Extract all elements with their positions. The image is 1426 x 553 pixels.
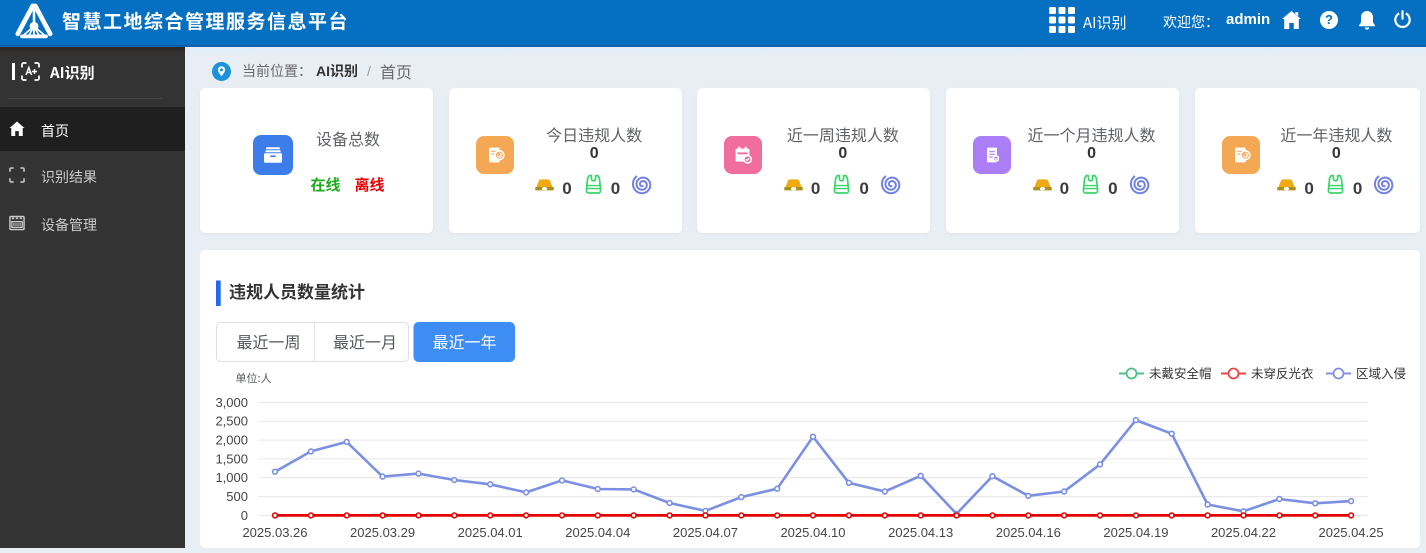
svg-text:未戴安全帽: 未戴安全帽 <box>1149 363 1212 382</box>
svg-text:1,000: 1,000 <box>215 470 248 485</box>
svg-text:0: 0 <box>241 508 248 523</box>
svg-text:2025.04.10: 2025.04.10 <box>780 525 845 540</box>
svg-text:未穿反光衣: 未穿反光衣 <box>1251 363 1314 382</box>
svg-text:2025.04.07: 2025.04.07 <box>673 525 738 540</box>
svg-text:2025.04.01: 2025.04.01 <box>458 525 523 540</box>
svg-text:500: 500 <box>226 489 248 504</box>
svg-text:2,000: 2,000 <box>215 433 248 448</box>
svg-text:2025.04.13: 2025.04.13 <box>888 525 953 540</box>
svg-text:2,500: 2,500 <box>215 414 248 429</box>
svg-text:2025.03.26: 2025.03.26 <box>242 525 307 540</box>
svg-text:2025.03.29: 2025.03.29 <box>350 525 415 540</box>
svg-text:2025.04.19: 2025.04.19 <box>1103 525 1168 540</box>
svg-text:2025.04.16: 2025.04.16 <box>996 525 1061 540</box>
svg-text:最近一周: 最近一周 <box>236 329 300 353</box>
svg-text:最近一月: 最近一月 <box>333 329 397 353</box>
svg-text:1,500: 1,500 <box>215 451 248 466</box>
svg-text:违规人员数量统计: 违规人员数量统计 <box>229 278 365 303</box>
svg-text:最近一年: 最近一年 <box>432 329 496 353</box>
svg-text:2025.04.22: 2025.04.22 <box>1211 525 1276 540</box>
svg-text:单位:人: 单位:人 <box>236 370 272 386</box>
svg-text:3,000: 3,000 <box>215 395 248 410</box>
svg-text:区域入侵: 区域入侵 <box>1356 363 1406 382</box>
svg-text:2025.04.04: 2025.04.04 <box>565 525 630 540</box>
svg-text:2025.04.25: 2025.04.25 <box>1319 525 1384 540</box>
